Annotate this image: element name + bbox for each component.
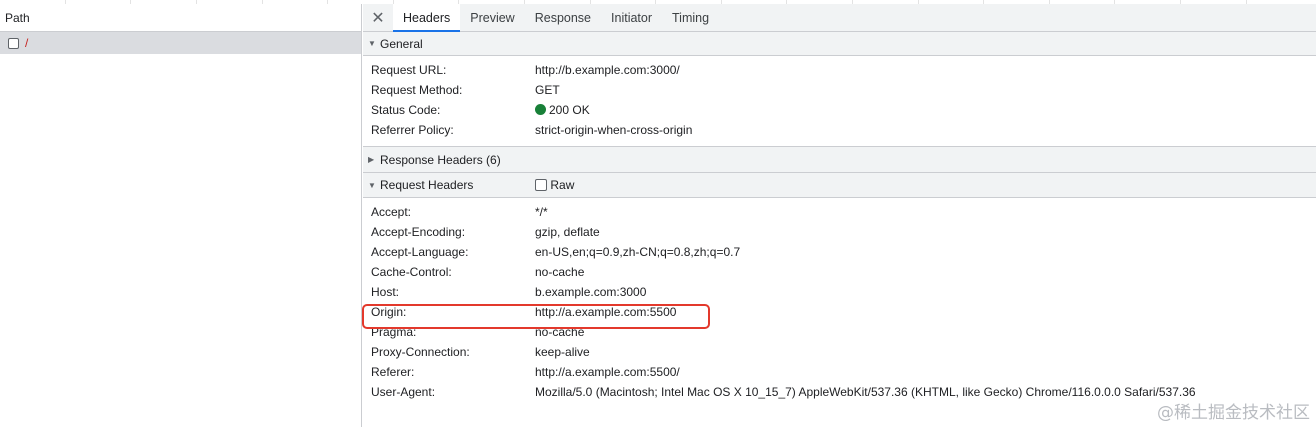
request-header-row: Accept: */* xyxy=(363,202,1316,222)
request-row[interactable]: / xyxy=(0,32,361,54)
status-ok-icon xyxy=(535,104,546,115)
tab-timing-label: Timing xyxy=(672,10,710,25)
header-key: Host: xyxy=(371,285,400,299)
status-value: 200 OK xyxy=(535,103,590,117)
header-key: User-Agent: xyxy=(371,385,436,399)
header-key: Request Method: xyxy=(371,83,463,97)
triangle-down-icon: ▼ xyxy=(368,180,376,190)
response-headers-section-header[interactable]: ▶ Response Headers (6) xyxy=(363,147,1316,173)
raw-checkbox-icon[interactable] xyxy=(535,179,548,191)
path-column-header[interactable]: Path xyxy=(0,4,361,32)
close-icon[interactable]: ✕ xyxy=(363,4,393,31)
tab-headers[interactable]: Headers xyxy=(393,4,461,32)
header-key: Cache-Control: xyxy=(371,265,452,279)
general-section-header[interactable]: ▼ General xyxy=(363,32,1316,56)
header-key: Accept-Language: xyxy=(371,245,469,259)
request-header-row: Pragma: no-cache xyxy=(363,322,1316,342)
request-headers-section-header[interactable]: ▼ Request Headers Raw xyxy=(363,173,1316,198)
header-key: Accept: xyxy=(371,205,412,219)
general-section-title: General xyxy=(380,36,423,51)
header-value: no-cache xyxy=(535,265,585,279)
general-row: Request URL: http://b.example.com:3000/ xyxy=(363,60,1316,80)
status-text: 200 OK xyxy=(549,103,590,117)
header-value: http://b.example.com:3000/ xyxy=(535,63,680,77)
tab-initiator[interactable]: Initiator xyxy=(601,4,662,31)
request-headers-title: Request Headers xyxy=(380,178,474,192)
request-details-panel: ✕ Headers Preview Response Initiator Tim… xyxy=(363,4,1316,427)
path-column-label: Path xyxy=(5,10,30,25)
header-value: strict-origin-when-cross-origin xyxy=(535,123,693,137)
header-value: no-cache xyxy=(535,325,585,339)
request-header-row: Accept-Language: en-US,en;q=0.9,zh-CN;q=0… xyxy=(363,242,1316,262)
triangle-right-icon: ▶ xyxy=(368,155,375,164)
tab-response[interactable]: Response xyxy=(525,4,601,31)
triangle-down-icon: ▼ xyxy=(368,39,376,48)
header-value: b.example.com:3000 xyxy=(535,285,647,299)
header-value: Mozilla/5.0 (Macintosh; Intel Mac OS X 1… xyxy=(535,385,1196,399)
header-value: keep-alive xyxy=(535,345,590,359)
tab-initiator-label: Initiator xyxy=(611,10,653,25)
header-value: en-US,en;q=0.9,zh-CN;q=0.8,zh;q=0.7 xyxy=(535,245,741,259)
request-header-row: Cache-Control: no-cache xyxy=(363,262,1316,282)
request-header-row: Accept-Encoding: gzip, deflate xyxy=(363,222,1316,242)
tab-headers-label: Headers xyxy=(403,10,451,25)
tab-preview-label: Preview xyxy=(470,10,515,25)
response-headers-title: Response Headers (6) xyxy=(380,152,501,167)
header-value: http://a.example.com:5500 xyxy=(535,305,677,319)
details-tabbar: ✕ Headers Preview Response Initiator Tim… xyxy=(363,4,1316,32)
general-row: Referrer Policy: strict-origin-when-cros… xyxy=(363,120,1316,140)
request-headers-body: Accept: */* Accept-Encoding: gzip, deflate… xyxy=(363,198,1316,408)
request-list-panel: Path / xyxy=(0,4,362,427)
tab-timing[interactable]: Timing xyxy=(662,4,719,31)
header-value: */* xyxy=(535,205,548,219)
raw-toggle[interactable]: Raw xyxy=(535,178,574,192)
header-key: Referer: xyxy=(371,365,415,379)
tab-response-label: Response xyxy=(534,10,592,25)
header-key: Request URL: xyxy=(371,63,447,77)
request-header-row: Host: b.example.com:3000 xyxy=(363,282,1316,302)
tab-preview[interactable]: Preview xyxy=(460,4,524,31)
request-header-row: Proxy-Connection: keep-alive xyxy=(363,342,1316,362)
general-section-body: Request URL: http://b.example.com:3000/ … xyxy=(363,56,1316,147)
watermark-text: @稀土掘金技术社区 xyxy=(1157,403,1310,423)
header-key: Proxy-Connection: xyxy=(371,345,470,359)
header-value: GET xyxy=(535,83,560,97)
request-header-row: Referer: http://a.example.com:5500/ xyxy=(363,362,1316,382)
header-key: Status Code: xyxy=(371,103,441,117)
header-value: gzip, deflate xyxy=(535,225,600,239)
header-key: Accept-Encoding: xyxy=(371,225,466,239)
header-key: Referrer Policy: xyxy=(371,123,454,137)
header-key: Pragma: xyxy=(371,325,417,339)
raw-label: Raw xyxy=(550,178,575,192)
request-checkbox-icon[interactable] xyxy=(8,37,19,49)
header-key: Origin: xyxy=(371,305,407,319)
general-row: Status Code: 200 OK xyxy=(363,100,1316,120)
general-row: Request Method: GET xyxy=(363,80,1316,100)
request-name: / xyxy=(25,36,29,50)
request-header-row-origin: Origin: http://a.example.com:5500 xyxy=(363,302,1316,322)
header-value: http://a.example.com:5500/ xyxy=(535,365,680,379)
